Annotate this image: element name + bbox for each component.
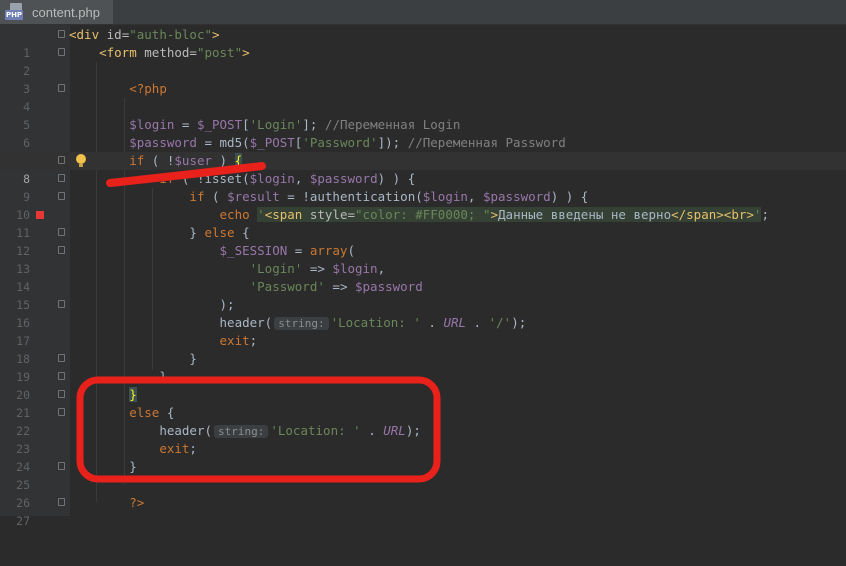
editor-tab-bar: PHP content.php (0, 0, 846, 25)
code-line: 20 } (16, 369, 167, 402)
code-line: 27 ?> (16, 495, 145, 528)
code-line: 23 header(string: 'Location: ' . URL); (16, 423, 421, 456)
code-line: 26 (16, 496, 30, 510)
code-line: 7 $password = md5($_POST['Password']); /… (23, 135, 566, 168)
breakpoint-marker[interactable] (36, 211, 44, 219)
code-line: 25 } (16, 459, 137, 492)
code-line: 12 } else { (16, 225, 250, 258)
code-line: 13 $_SESSION = array( (16, 243, 355, 276)
code-line: 10 if ( $result = !authentication($login… (16, 189, 589, 222)
code-line: 4 <?php (23, 81, 167, 114)
code-line: 16 ); (16, 297, 235, 330)
code-line-current: 8 if ( !$user ) { (0, 152, 846, 186)
code-line: 15 'Password' => $password (16, 279, 423, 312)
code-line: 21 } (16, 387, 137, 420)
php-file-icon: PHP (4, 3, 26, 21)
code-line: 22 else { (16, 405, 175, 438)
code-line: 11 echo '<span style="color: #FF0000; ">… (16, 207, 769, 240)
tab-filename: content.php (32, 4, 100, 20)
code-line: 24 exit; (16, 441, 197, 474)
code-line: 5 (23, 118, 30, 132)
code-line: 18 exit; (16, 333, 258, 366)
parameter-hint: string: (214, 425, 269, 438)
file-tab-content-php[interactable]: PHP content.php (0, 0, 113, 24)
code-line: 1 <div id="auth-bloc"> (23, 27, 220, 60)
code-line: 19 } (16, 351, 197, 384)
code-line: 2 <form method="post"> (23, 45, 250, 78)
code-line: 14 'Login' => $login, (16, 261, 386, 294)
code-line: 3 (23, 82, 30, 96)
code-line: 17 header(string: 'Location: ' . URL . '/… (16, 315, 527, 348)
code-line: 9 if ( !isset($login, $password) ) { (23, 171, 416, 204)
code-line: 6 $login = $_POST['Login']; //Переменная… (23, 117, 461, 150)
parameter-hint: string: (274, 317, 329, 330)
